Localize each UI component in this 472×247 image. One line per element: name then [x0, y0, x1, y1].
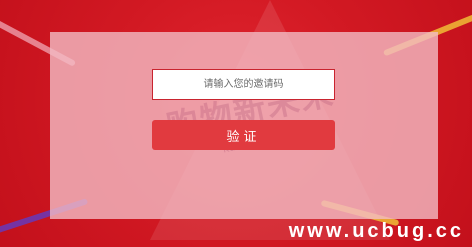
verify-button[interactable]: 验证	[152, 120, 335, 150]
invite-code-input[interactable]	[152, 69, 335, 100]
site-watermark: www.ucbug.cc	[288, 220, 464, 242]
